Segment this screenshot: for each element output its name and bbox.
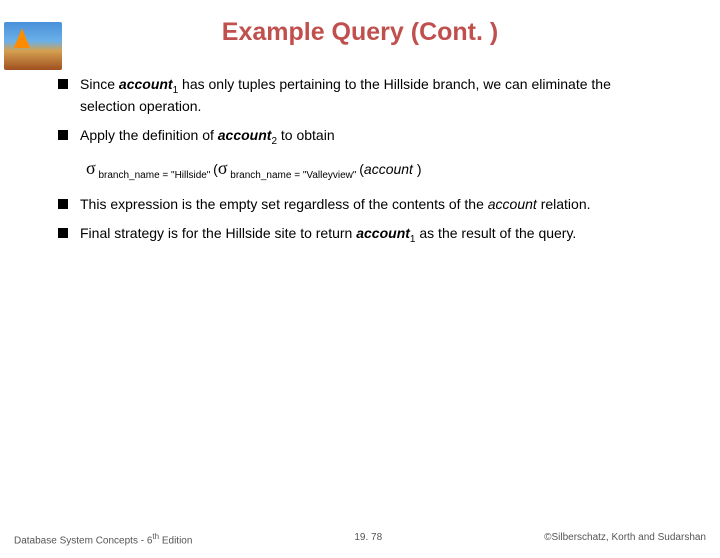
sigma-subscript-1: branch_name = "Hillside" [96,170,213,181]
bullet-4: Final strategy is for the Hillside site … [58,224,662,246]
sigma-symbol: σ [218,158,228,178]
slide-title: Example Query (Cont. ) [0,18,720,47]
footer-page-number: 19. 78 [354,532,382,546]
text: Since [80,76,119,92]
text: as the result of the query. [415,225,576,241]
account-word: account [218,127,272,143]
slide-content: Since account1 has only tuples pertainin… [0,75,720,246]
text: relation. [537,196,591,212]
paren: ) [417,161,422,177]
slide-footer: Database System Concepts - 6th Edition 1… [0,532,720,546]
bullet-1-text: Since account1 has only tuples pertainin… [80,75,662,116]
text: to obtain [277,127,335,143]
footer-copyright: ©Silberschatz, Korth and Sudarshan [544,532,706,546]
account-word: account [119,76,173,92]
bullet-1: Since account1 has only tuples pertainin… [58,75,662,116]
formula: σ branch_name = "Hillside" (σ branch_nam… [86,158,662,181]
bullet-3: This expression is the empty set regardl… [58,195,662,214]
bullet-3-text: This expression is the empty set regardl… [80,195,662,214]
sigma-subscript-2: branch_name = "Valleyview" [228,170,360,181]
account-word: account [364,161,417,177]
bullet-square-icon [58,199,68,209]
text: Apply the definition of [80,127,218,143]
account-word: account [488,196,537,212]
bullet-2: Apply the definition of account2 to obta… [58,126,662,148]
sail-shape [14,28,30,48]
footer-left: Database System Concepts - 6th Edition [14,532,192,546]
bullet-square-icon [58,130,68,140]
decorative-thumbnail [4,22,62,70]
bullet-square-icon [58,228,68,238]
text: Edition [159,535,192,546]
sigma-symbol: σ [86,158,96,178]
text: Database System Concepts - 6 [14,535,152,546]
bullet-2-text: Apply the definition of account2 to obta… [80,126,662,148]
text: This expression is the empty set regardl… [80,196,488,212]
text: Final strategy is for the Hillside site … [80,225,356,241]
bullet-square-icon [58,79,68,89]
bullet-4-text: Final strategy is for the Hillside site … [80,224,662,246]
account-word: account [356,225,410,241]
